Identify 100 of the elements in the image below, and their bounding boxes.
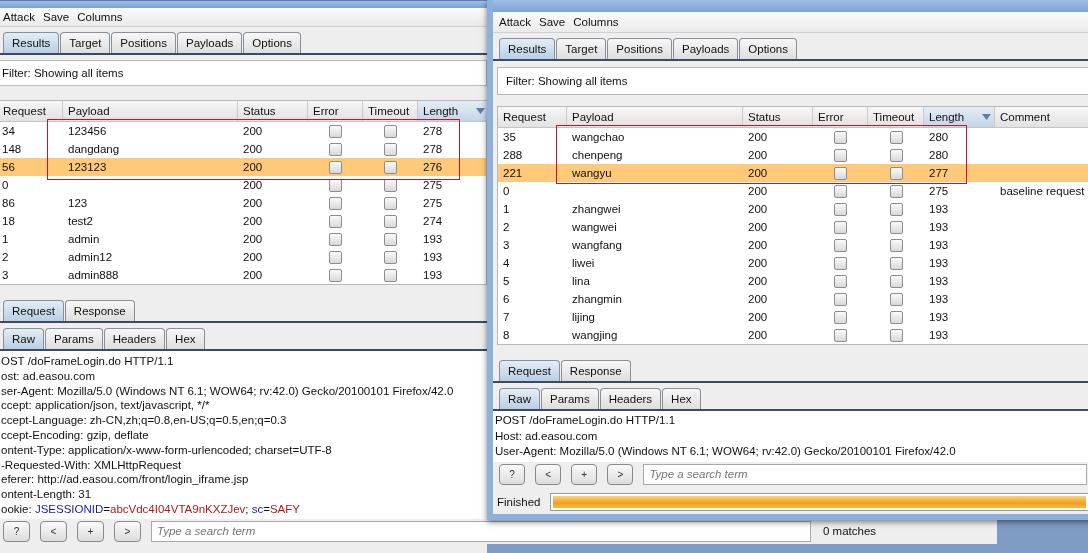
search-nav-button[interactable]: ?: [3, 520, 30, 542]
filter-bar[interactable]: Filter: Showing all items: [0, 60, 487, 86]
table-row[interactable]: 148 dangdang 200 278: [0, 140, 486, 158]
table-cell-text: zhangwei: [571, 203, 622, 215]
search-nav-button[interactable]: ?: [499, 463, 526, 485]
table-row[interactable]: 2 wangwei 200 193: [498, 218, 1088, 236]
tab[interactable]: Params: [541, 388, 599, 409]
table-cell-text: 1: [1, 233, 10, 245]
table-cell-text: 193: [928, 311, 950, 323]
search-nav-button[interactable]: >: [607, 463, 634, 485]
tab[interactable]: Target: [556, 38, 607, 59]
table-row[interactable]: 56 123123 200 276: [0, 158, 486, 176]
table-cell-text: 18: [1, 215, 16, 227]
table-row[interactable]: 0 200 275 baseline request: [498, 182, 1088, 200]
table-row[interactable]: 6 zhangmin 200 193: [498, 290, 1088, 308]
column-header[interactable]: Length: [924, 107, 995, 127]
table-cell-text: 288: [502, 149, 524, 161]
menu-item[interactable]: Columns: [77, 10, 123, 24]
table-row[interactable]: 3 admin888 200 193: [0, 266, 486, 284]
column-header[interactable]: Status: [743, 107, 813, 127]
request-line: ontent-Length: 31: [1, 487, 93, 502]
search-nav-button[interactable]: >: [114, 520, 141, 542]
tab[interactable]: Options: [739, 38, 797, 59]
request-line: User-Agent: Mozilla/5.0 (Windows NT 6.1; WOW64; rv:42.0) Gecko/20100101 Firefox/42.0: [495, 444, 957, 459]
table-cell-text: 200: [242, 125, 264, 137]
table-row[interactable]: 5 lina 200 193: [498, 272, 1088, 290]
table-cell-text: 193: [928, 257, 950, 269]
column-header[interactable]: Request: [498, 107, 567, 127]
table-row[interactable]: 3 wangfang 200 193: [498, 236, 1088, 254]
table-row[interactable]: 34 123456 200 278: [0, 122, 486, 140]
tab[interactable]: Results: [3, 32, 60, 53]
table-row[interactable]: 86 123 200 275: [0, 194, 486, 212]
tab[interactable]: Options: [243, 32, 301, 53]
request-line: ccept: application/json, text/javascript, */*: [1, 398, 211, 414]
table-row[interactable]: 221 wangyu 200 277: [498, 164, 1088, 182]
filter-bar[interactable]: Filter: Showing all items: [497, 67, 1088, 95]
table-cell-text: 280: [928, 149, 950, 161]
table-cell-text: 200: [242, 233, 264, 245]
menu-item[interactable]: Attack: [499, 15, 531, 29]
table-cell-text: 6: [502, 293, 511, 305]
tab[interactable]: Payloads: [177, 32, 243, 53]
tab[interactable]: Response: [560, 360, 631, 381]
menu-item[interactable]: Save: [538, 15, 566, 29]
column-header[interactable]: Error: [813, 107, 868, 127]
tab[interactable]: Target: [60, 32, 111, 53]
tab[interactable]: Response: [64, 300, 135, 321]
search-nav-button[interactable]: +: [77, 520, 104, 542]
column-header[interactable]: Payload: [63, 101, 238, 121]
tab[interactable]: Request: [499, 360, 560, 381]
table-cell-text: 35: [502, 131, 517, 143]
table-row[interactable]: 35 wangchao 200 280: [498, 128, 1088, 146]
table-cell-text: wangyu: [571, 167, 613, 179]
column-header[interactable]: Error: [308, 101, 363, 121]
table-cell-text: 200: [747, 329, 769, 341]
tab[interactable]: Params: [45, 328, 103, 349]
tab[interactable]: Raw: [3, 328, 44, 349]
table-row[interactable]: 18 test2 200 274: [0, 212, 486, 230]
table-row[interactable]: 4 liwei 200 193: [498, 254, 1088, 272]
tab[interactable]: Request: [3, 300, 64, 321]
column-header[interactable]: Payload: [567, 107, 743, 127]
search-nav-button[interactable]: +: [571, 463, 598, 485]
table-row[interactable]: 1 zhangwei 200 193: [498, 200, 1088, 218]
table-cell-text: 8: [502, 329, 511, 341]
table-row[interactable]: 288 chenpeng 200 280: [498, 146, 1088, 164]
table-cell-text: wangchao: [571, 131, 626, 143]
tab[interactable]: Headers: [599, 388, 662, 409]
tab[interactable]: Payloads: [673, 38, 739, 59]
column-header[interactable]: Request: [0, 101, 63, 121]
search-nav-button[interactable]: <: [535, 463, 562, 485]
tab[interactable]: Results: [499, 38, 556, 59]
column-header[interactable]: Comment: [995, 107, 1088, 127]
table-cell-text: liwei: [571, 257, 596, 269]
tab[interactable]: Hex: [166, 328, 205, 349]
table-row[interactable]: 0 200 275: [0, 176, 486, 194]
tab[interactable]: Raw: [499, 388, 540, 409]
tab[interactable]: Hex: [662, 388, 701, 409]
table-cell-text: lina: [571, 275, 591, 287]
table-cell-text: 200: [747, 149, 769, 161]
menu-item[interactable]: Save: [42, 10, 70, 24]
table-cell-text: 56: [1, 161, 16, 173]
menu-item[interactable]: Columns: [573, 15, 619, 29]
search-nav-button[interactable]: <: [40, 520, 67, 542]
search-field[interactable]: Type a search term: [643, 463, 1088, 485]
table-row[interactable]: 8 wangjing 200 193: [498, 326, 1088, 344]
table-row[interactable]: 1 admin 200 193: [0, 230, 486, 248]
menu-item[interactable]: Attack: [3, 10, 35, 24]
table-row[interactable]: 2 admin12 200 193: [0, 248, 486, 266]
table-cell-text: 193: [928, 239, 950, 251]
request-line: -Requested-With: XMLHttpRequest: [1, 457, 183, 473]
search-field[interactable]: Type a search term: [151, 520, 811, 542]
column-header[interactable]: Status: [238, 101, 308, 121]
table-cell-text: 5: [502, 275, 511, 287]
table-row[interactable]: 7 lijing 200 193: [498, 308, 1088, 326]
table-cell-text: 200: [242, 161, 264, 173]
table-cell-text: wangwei: [571, 221, 618, 233]
table-cell-text: 200: [747, 275, 769, 287]
tab[interactable]: Positions: [111, 32, 176, 53]
column-header[interactable]: Length: [418, 101, 488, 121]
tab[interactable]: Positions: [607, 38, 672, 59]
tab[interactable]: Headers: [103, 328, 166, 349]
